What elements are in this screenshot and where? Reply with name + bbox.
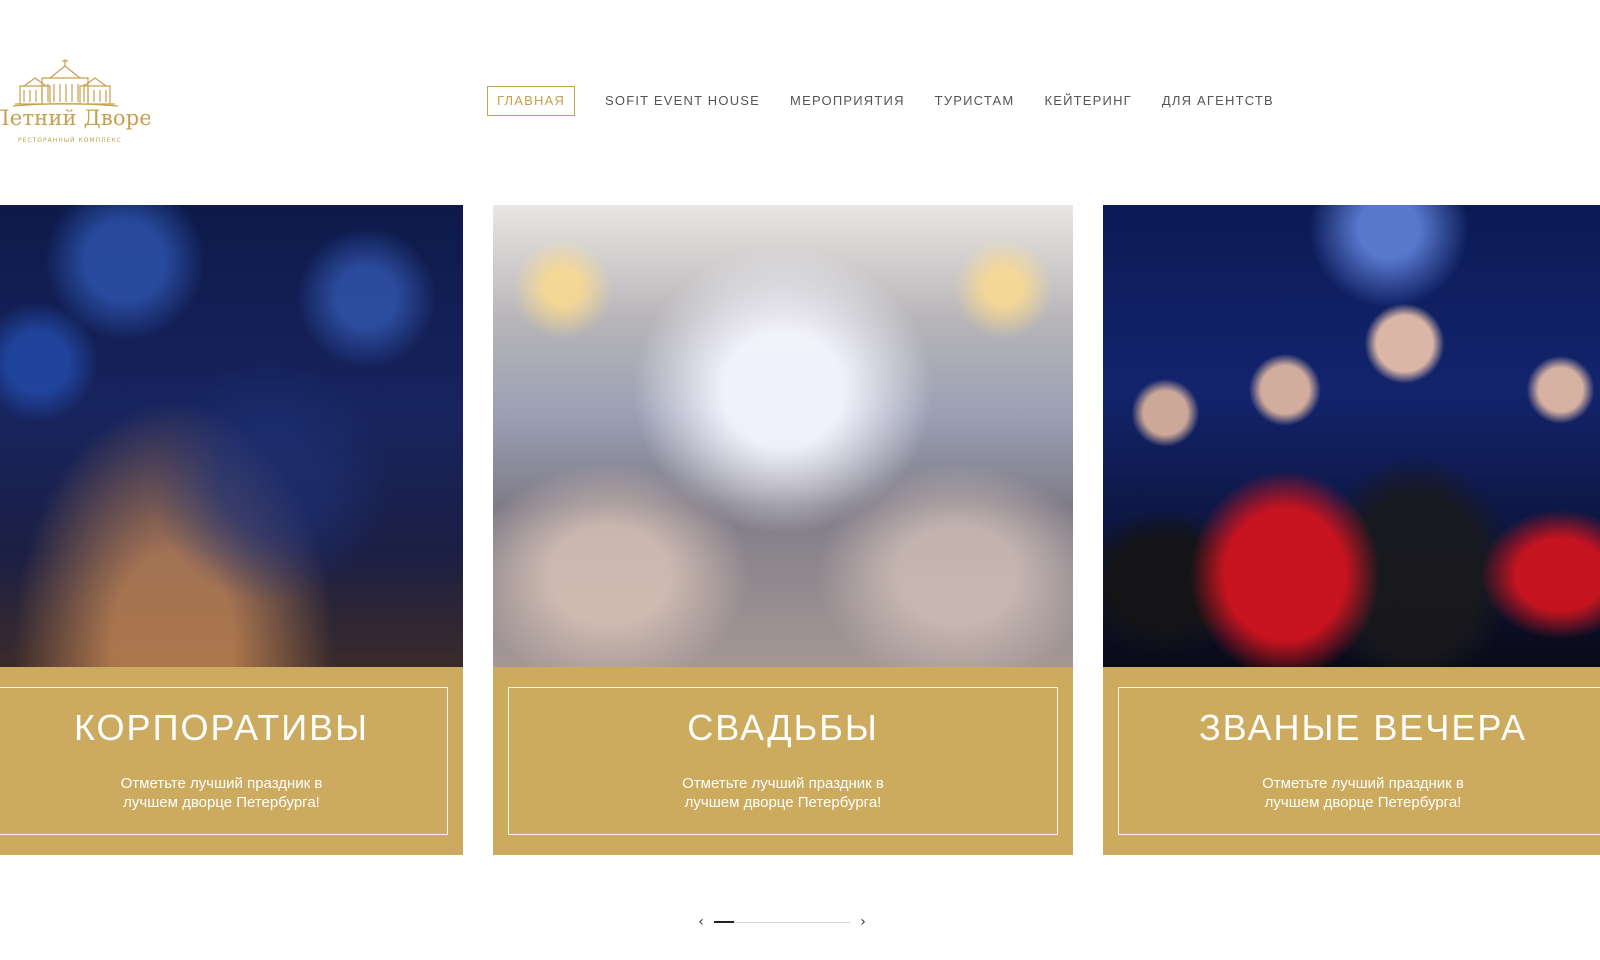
- card-caption: ЗВАНЫЕ ВЕЧЕРА Отметьте лучший праздник в…: [1103, 667, 1600, 855]
- nav-item-agencies[interactable]: ДЛЯ АГЕНТСТВ: [1162, 86, 1274, 116]
- nav-item-tourists[interactable]: ТУРИСТАМ: [935, 86, 1015, 116]
- logo-name: Летний Дворец: [0, 106, 150, 130]
- nav-item-sofit-event-house[interactable]: SOFIT EVENT HOUSE: [605, 86, 760, 116]
- carousel-progress-track[interactable]: [714, 921, 850, 923]
- events-carousel: КОРПОРАТИВЫ Отметьте лучший праздник в л…: [0, 205, 1600, 855]
- card-description: Отметьте лучший праздник в лучшем дворце…: [120, 775, 323, 811]
- card-title: КОРПОРАТИВЫ: [73, 707, 369, 748]
- nav-item-catering[interactable]: КЕЙТЕРИНГ: [1044, 86, 1131, 116]
- card-description: Отметьте лучший праздник в лучшем дворце…: [1262, 775, 1464, 811]
- main-nav: ГЛАВНАЯ SOFIT EVENT HOUSE МЕРОПРИЯТИЯ ТУ…: [487, 86, 1304, 116]
- chevron-left-icon[interactable]: ‹: [692, 912, 710, 932]
- wedding-photo: [493, 205, 1073, 667]
- nav-item-home[interactable]: ГЛАВНАЯ: [487, 86, 576, 116]
- card-title: ЗВАНЫЕ ВЕЧЕРА: [1198, 707, 1528, 748]
- site-header: Летний Дворец РЕСТОРАННЫЙ КОМПЛЕКС ГЛАВН…: [0, 0, 1600, 200]
- logo[interactable]: Летний Дворец РЕСТОРАННЫЙ КОМПЛЕКС: [0, 50, 150, 150]
- card-title: СВАДЬБЫ: [687, 707, 879, 748]
- card-caption: КОРПОРАТИВЫ Отметьте лучший праздник в л…: [0, 667, 463, 855]
- carousel-card-weddings[interactable]: СВАДЬБЫ Отметьте лучший праздник в лучше…: [493, 205, 1073, 855]
- corporate-photo: [0, 205, 463, 667]
- carousel-card-corporate[interactable]: КОРПОРАТИВЫ Отметьте лучший праздник в л…: [0, 205, 463, 855]
- carousel-pager: ‹ ›: [692, 912, 872, 932]
- card-caption: СВАДЬБЫ Отметьте лучший праздник в лучше…: [493, 667, 1073, 855]
- carousel-card-soirees[interactable]: ЗВАНЫЕ ВЕЧЕРА Отметьте лучший праздник в…: [1103, 205, 1600, 855]
- palace-icon: [12, 59, 119, 107]
- carousel-progress-fill: [714, 921, 735, 923]
- logo-subtitle: РЕСТОРАННЫЙ КОМПЛЕКС: [18, 137, 122, 144]
- nav-item-events[interactable]: МЕРОПРИЯТИЯ: [790, 86, 905, 116]
- party-photo: [1103, 205, 1600, 667]
- chevron-right-icon[interactable]: ›: [854, 912, 872, 932]
- card-description: Отметьте лучший праздник в лучшем дворце…: [682, 775, 884, 811]
